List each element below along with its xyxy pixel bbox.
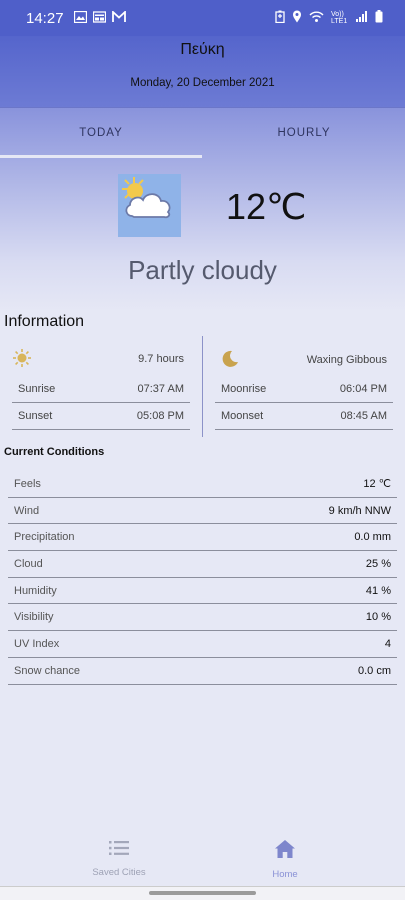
daylight-row: 9.7 hours	[12, 346, 190, 372]
condition-row-uv-index: UV Index 4	[8, 631, 397, 658]
temperature: 12℃	[226, 186, 307, 227]
sunrise-label: Sunrise	[18, 383, 56, 395]
moon-phase-row: Waxing Gibbous	[215, 347, 393, 373]
tab-hourly[interactable]: HOURLY	[203, 108, 405, 158]
condition-value: 12 ℃	[363, 478, 391, 491]
condition-label: Visibility	[14, 611, 54, 624]
condition-row-humidity: Humidity 41 %	[8, 578, 397, 605]
condition-row-snow-chance: Snow chance 0.0 cm	[8, 658, 397, 685]
current-conditions-title: Current Conditions	[4, 446, 105, 458]
moon-phase-value: Waxing Gibbous	[306, 354, 387, 366]
condition-label: Wind	[14, 504, 40, 517]
partly-cloudy-icon	[118, 174, 181, 237]
condition-label: Cloud	[14, 557, 43, 570]
tab-indicator	[0, 155, 202, 158]
nav-home-label: Home	[272, 869, 298, 880]
condition-label: Partly cloudy	[128, 255, 277, 285]
condition-value: 0.0 mm	[354, 531, 391, 544]
sunrise-row: Sunrise 07:37 AM	[12, 376, 190, 403]
sun-info: 9.7 hours Sunrise 07:37 AM Sunset 05:08 …	[12, 336, 190, 437]
condition-label: Humidity	[14, 584, 57, 597]
condition-label: Snow chance	[14, 664, 81, 677]
nav-home[interactable]: Home	[184, 830, 386, 886]
condition-value: 10 %	[365, 611, 391, 624]
condition-value: 9 km/h NNW	[328, 504, 391, 517]
tab-bar: TODAY HOURLY	[0, 108, 405, 158]
volte-icon: Vo)) LTE1	[331, 11, 348, 25]
city-name: Πεύκη	[180, 41, 225, 58]
tab-today[interactable]: TODAY	[0, 108, 202, 158]
daylight-value: 9.7 hours	[138, 353, 184, 365]
conditions-list: Feels 12 ℃ Wind 9 km/h NNW Precipitation…	[8, 471, 397, 685]
condition-value: 41 %	[365, 584, 391, 597]
current-weather-panel: TODAY HOURLY 12℃ Partly cloudy	[0, 107, 405, 312]
sunset-row: Sunset 05:08 PM	[12, 403, 190, 430]
condition-label: UV Index	[14, 637, 60, 650]
moon-icon	[221, 350, 239, 371]
card-icon	[92, 10, 106, 27]
home-icon	[275, 840, 295, 863]
battery-icon	[375, 10, 383, 26]
moonrise-label: Moonrise	[221, 383, 267, 395]
sunset-value: 05:08 PM	[136, 410, 184, 422]
sunset-label: Sunset	[18, 410, 53, 422]
signal-icon	[356, 11, 368, 25]
sun-icon	[12, 348, 32, 371]
list-icon	[109, 840, 129, 861]
condition-row-feels: Feels 12 ℃	[8, 471, 397, 498]
condition-value: 25 %	[365, 557, 391, 570]
condition-value: 0.0 cm	[357, 664, 391, 677]
moonset-label: Moonset	[221, 410, 264, 422]
condition-row-cloud: Cloud 25 %	[8, 551, 397, 578]
date-label: Monday, 20 December 2021	[130, 77, 275, 89]
condition-row-wind: Wind 9 km/h NNW	[8, 498, 397, 525]
status-bar: 14:27 Vo)) LTE1	[0, 0, 405, 36]
moonset-row: Moonset 08:45 AM	[215, 403, 393, 430]
condition-label: Precipitation	[14, 531, 75, 544]
wifi-icon	[309, 11, 324, 26]
condition-row-visibility: Visibility 10 %	[8, 604, 397, 632]
header: Πεύκη Monday, 20 December 2021	[0, 36, 405, 107]
moonset-value: 08:45 AM	[340, 410, 387, 422]
moonrise-row: Moonrise 06:04 PM	[215, 376, 393, 403]
status-time: 14:27	[26, 9, 64, 27]
location-icon	[292, 10, 302, 26]
condition-value: 4	[384, 637, 391, 650]
bottom-navigation: Saved Cities Home	[0, 830, 405, 886]
battery-saver-icon	[275, 10, 285, 26]
condition-label: Feels	[14, 477, 41, 490]
moonrise-value: 06:04 PM	[339, 383, 387, 395]
image-icon	[73, 10, 87, 27]
nav-saved-cities-label: Saved Cities	[92, 867, 146, 878]
info-divider	[202, 336, 203, 437]
information-title: Information	[4, 313, 85, 330]
moon-info: Waxing Gibbous Moonrise 06:04 PM Moonset…	[215, 336, 393, 437]
gmail-icon	[111, 9, 126, 27]
condition-row-precipitation: Precipitation 0.0 mm	[8, 524, 397, 552]
sunrise-value: 07:37 AM	[137, 383, 184, 395]
home-indicator[interactable]	[149, 891, 256, 895]
